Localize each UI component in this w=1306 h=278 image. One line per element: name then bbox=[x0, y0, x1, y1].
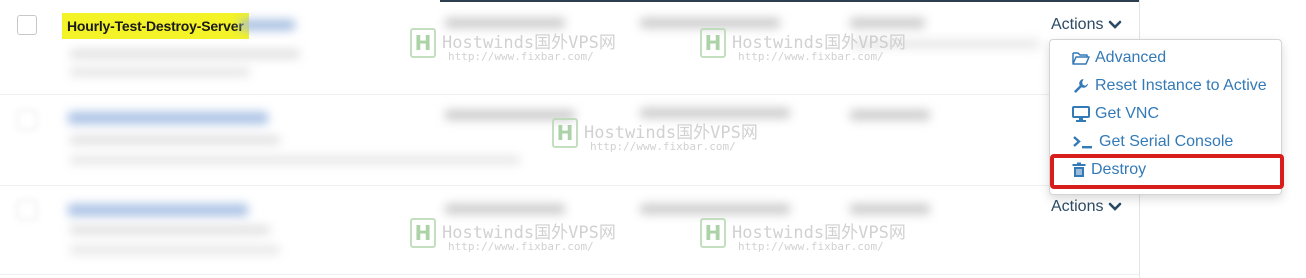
blurred-content bbox=[68, 112, 268, 124]
blurred-content bbox=[70, 156, 520, 164]
terminal-icon bbox=[1072, 133, 1094, 151]
blurred-content bbox=[850, 110, 930, 120]
watermark-url: http://www.fixbar.com/ bbox=[738, 50, 884, 63]
row-separator bbox=[0, 185, 1140, 186]
watermark: H Hostwinds国外VPS网 http://www.fixbar.com/ bbox=[410, 28, 630, 68]
blurred-content bbox=[640, 108, 790, 118]
watermark-url: http://www.fixbar.com/ bbox=[448, 50, 594, 63]
row-select-checkbox[interactable] bbox=[17, 15, 37, 35]
server-name-link[interactable]: Hourly-Test-Destroy-Server bbox=[62, 13, 249, 39]
actions-label: Actions bbox=[1051, 198, 1104, 215]
chevron-down-icon bbox=[1109, 20, 1122, 29]
table-top-border bbox=[440, 0, 1140, 2]
menu-item-reset-instance[interactable]: Reset Instance to Active bbox=[1072, 73, 1267, 99]
row-separator bbox=[0, 274, 1140, 275]
blurred-content bbox=[850, 18, 925, 28]
blurred-content bbox=[70, 68, 250, 76]
watermark: H Hostwinds国外VPS网 http://www.fixbar.com/ bbox=[410, 218, 630, 258]
blurred-content bbox=[445, 204, 565, 214]
watermark-url: http://www.fixbar.com/ bbox=[738, 240, 884, 253]
blurred-content bbox=[70, 246, 280, 254]
row-select-checkbox[interactable] bbox=[17, 110, 37, 130]
monitor-icon bbox=[1072, 105, 1090, 123]
actions-label: Actions bbox=[1051, 16, 1104, 33]
row-separator bbox=[0, 94, 1140, 95]
menu-item-label: Get VNC bbox=[1095, 105, 1160, 122]
watermark-url: http://www.fixbar.com/ bbox=[590, 140, 736, 153]
watermark-logo-icon: H bbox=[700, 218, 726, 248]
watermark-logo-icon: H bbox=[552, 118, 578, 148]
watermark: H Hostwinds国外VPS网 http://www.fixbar.com/ bbox=[552, 118, 772, 158]
watermark: H Hostwinds国外VPS网 http://www.fixbar.com/ bbox=[700, 28, 920, 68]
menu-item-get-vnc[interactable]: Get VNC bbox=[1072, 101, 1159, 127]
blurred-content bbox=[445, 18, 565, 28]
menu-item-advanced[interactable]: Advanced bbox=[1072, 45, 1166, 71]
menu-item-label: Get Serial Console bbox=[1099, 133, 1234, 150]
watermark-logo-icon: H bbox=[410, 218, 436, 248]
blurred-content bbox=[240, 20, 295, 30]
menu-item-get-serial-console[interactable]: Get Serial Console bbox=[1072, 129, 1233, 155]
watermark-logo-icon: H bbox=[700, 28, 726, 58]
blurred-content bbox=[850, 204, 930, 214]
watermark: H Hostwinds国外VPS网 http://www.fixbar.com/ bbox=[700, 218, 920, 258]
blurred-content bbox=[70, 226, 270, 234]
wrench-icon bbox=[1072, 77, 1090, 95]
menu-item-label: Reset Instance to Active bbox=[1095, 77, 1267, 94]
row-select-checkbox[interactable] bbox=[17, 200, 37, 220]
blurred-content bbox=[640, 18, 780, 28]
menu-item-label: Advanced bbox=[1095, 49, 1167, 66]
blurred-content bbox=[68, 204, 248, 216]
actions-dropdown-button[interactable]: Actions bbox=[1051, 16, 1122, 34]
blurred-content bbox=[70, 50, 300, 58]
destroy-highlight-annotation bbox=[1050, 154, 1284, 189]
folder-open-icon bbox=[1072, 49, 1090, 67]
blurred-content bbox=[640, 204, 790, 214]
watermark-url: http://www.fixbar.com/ bbox=[448, 240, 594, 253]
chevron-down-icon bbox=[1109, 202, 1122, 211]
actions-dropdown-button[interactable]: Actions bbox=[1051, 198, 1122, 216]
blurred-content bbox=[70, 136, 280, 144]
watermark-logo-icon: H bbox=[410, 28, 436, 58]
